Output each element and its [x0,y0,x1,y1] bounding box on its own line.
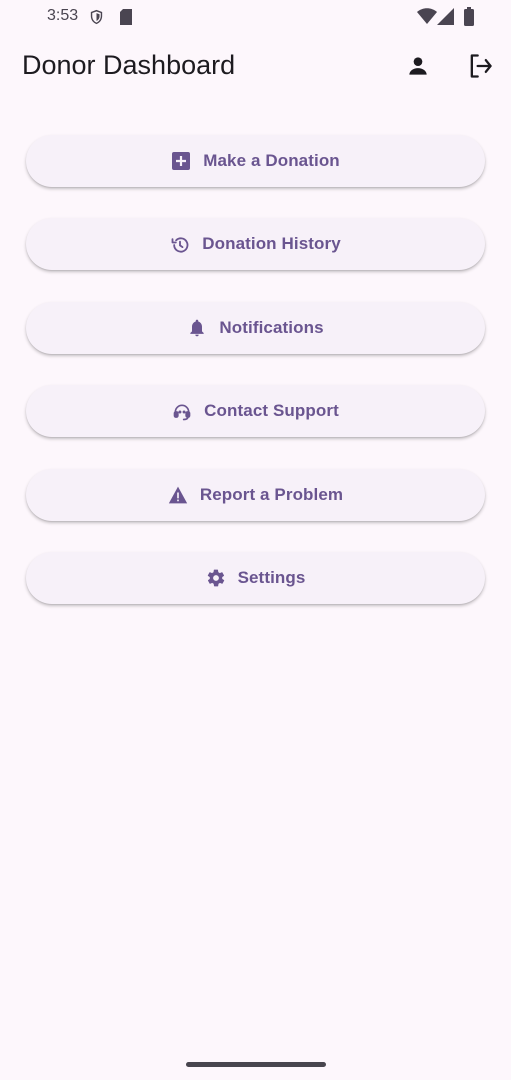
profile-button[interactable] [400,50,436,86]
add-box-icon [171,151,191,171]
notifications-label: Notifications [219,317,324,337]
make-donation-button[interactable]: Make a Donation [26,135,485,187]
notifications-button[interactable]: Notifications [26,301,485,354]
gear-icon [206,568,226,588]
contact-support-label: Contact Support [204,401,339,421]
status-bar: 3:53 [0,0,511,34]
contact-support-button[interactable]: Contact Support [26,385,485,438]
dashboard-menu: Make a Donation Donation History Notific… [26,135,485,635]
logout-icon [466,52,494,85]
warning-icon [168,485,188,505]
bell-icon [187,318,207,338]
wifi-icon [417,8,437,30]
report-problem-label: Report a Problem [199,484,344,504]
donation-history-label: Donation History [202,234,341,254]
donation-history-button[interactable]: Donation History [26,218,485,271]
settings-label: Settings [237,567,306,587]
make-donation-label: Make a Donation [203,151,340,170]
history-icon [170,234,190,254]
profile-icon [405,53,431,84]
page-title: Donor Dashboard [22,50,236,80]
shield-icon [88,8,105,31]
signal-icon [437,8,455,30]
gesture-nav-bar[interactable] [186,1062,326,1067]
settings-button[interactable]: Settings [26,551,485,604]
logout-button[interactable] [462,50,498,86]
battery-icon [464,7,474,31]
support-agent-icon [172,401,192,421]
status-time: 3:53 [47,7,79,24]
sd-card-icon [119,8,133,31]
report-problem-button[interactable]: Report a Problem [26,468,485,521]
